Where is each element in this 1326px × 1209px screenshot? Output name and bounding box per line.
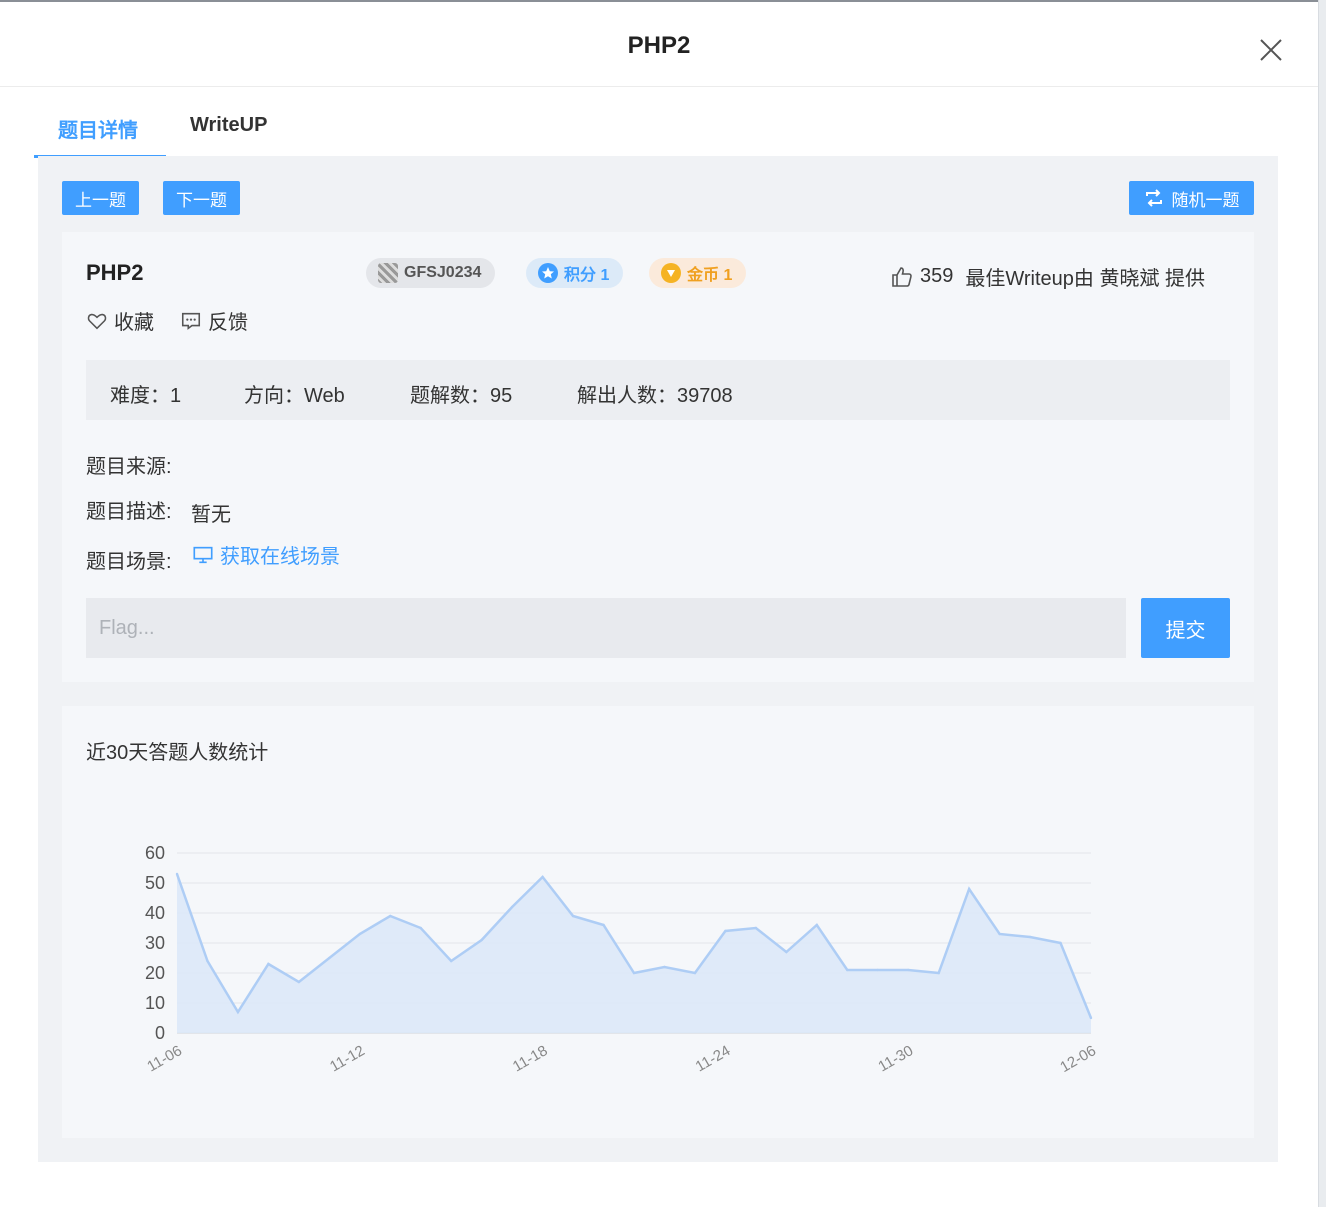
points-tag-label: 积分 1	[564, 267, 610, 284]
tab-bar: 题目详情 WriteUP	[34, 102, 1278, 160]
data-point	[967, 887, 971, 891]
series-area	[177, 874, 1091, 1033]
data-point	[358, 932, 361, 936]
dialog-title: PHP2	[627, 32, 691, 59]
feedback-button[interactable]: 反馈	[180, 306, 248, 335]
favorite-label: 收藏	[114, 312, 154, 334]
scene-label: 题目场景:	[86, 551, 172, 573]
data-point	[998, 932, 1001, 936]
data-point	[236, 1010, 240, 1014]
x-tick-label: 11-12	[327, 1042, 368, 1075]
close-icon[interactable]	[1258, 37, 1284, 63]
data-point	[815, 923, 818, 927]
best-writeup-credit: 最佳Writeup由 黄晓斌 提供	[965, 268, 1206, 290]
avatar	[378, 263, 398, 283]
coins-tag: 金币 1	[649, 258, 747, 288]
submit-button[interactable]: 提交	[1141, 598, 1230, 658]
question-dialog: PHP2 题目详情 WriteUP 上一题 下一题 随机一题 PHP2 GFSJ…	[0, 0, 1318, 1209]
x-tick-label: 11-06	[144, 1042, 185, 1075]
flag-input[interactable]	[86, 598, 1126, 658]
question-title: PHP2	[86, 260, 144, 285]
answer-count-chart: 0 10 20 30 40 50 60 11-06 11-12 11-18 11-24 11-30 12…	[144, 843, 1099, 1076]
data-point	[541, 875, 544, 879]
shuffle-icon	[1145, 189, 1162, 207]
data-point	[510, 905, 514, 909]
description-label: 题目描述:	[86, 501, 172, 523]
y-tick-label: 0	[155, 1023, 165, 1043]
x-tick-label: 11-24	[693, 1042, 734, 1075]
star-badge-icon	[538, 263, 558, 283]
random-question-label: 随机一题	[1171, 190, 1240, 210]
thumbs-up-icon[interactable]	[890, 265, 914, 289]
data-point	[328, 956, 331, 960]
data-point	[206, 959, 209, 963]
prev-question-button[interactable]: 上一题	[62, 181, 139, 215]
data-point	[419, 926, 422, 930]
data-point	[1028, 935, 1032, 939]
y-tick-label: 60	[145, 843, 165, 863]
monitor-icon	[193, 546, 213, 563]
stat-difficulty: 难度：1	[110, 385, 182, 407]
id-tag: GFSJ0234	[366, 258, 496, 288]
chart-card: 近30天答题人数统计 0 10 20 30 40 50 60 11-06 11-12 11-18 1…	[62, 706, 1254, 1138]
data-point	[389, 914, 392, 918]
y-tick-label: 30	[145, 933, 165, 953]
heart-icon	[87, 313, 107, 329]
x-tick-label: 12-06	[1057, 1042, 1099, 1076]
x-tick-label: 11-18	[510, 1042, 551, 1075]
data-point	[450, 959, 453, 963]
data-point	[175, 872, 179, 876]
y-tick-label: 10	[145, 993, 165, 1013]
get-online-scene-link[interactable]: 获取在线场景	[192, 540, 340, 569]
y-tick-label: 20	[145, 963, 165, 983]
stats-bar: 难度：1 方向：Web 题解数：95 解出人数：39708	[86, 360, 1230, 420]
tab-question-details[interactable]: 题目详情	[58, 114, 138, 143]
stat-solvers: 解出人数：39708	[577, 385, 733, 407]
get-online-scene-label: 获取在线场景	[220, 546, 340, 568]
data-point	[480, 938, 483, 942]
id-tag-label: GFSJ0234	[404, 264, 482, 281]
y-tick-label: 40	[145, 903, 165, 923]
points-tag: 积分 1	[526, 258, 624, 288]
dialog-header: PHP2	[0, 2, 1318, 87]
data-point	[297, 980, 301, 984]
question-card: PHP2 GFSJ0234 积分 1 金币 1 359 最佳Writeup由 黄…	[62, 232, 1254, 682]
source-label: 题目来源:	[86, 456, 172, 478]
question-actions: 收藏 反馈	[86, 306, 248, 335]
content-panel: 上一题 下一题 随机一题 PHP2 GFSJ0234 积分 1 金币 1 359…	[38, 156, 1278, 1162]
y-tick-label: 50	[145, 873, 165, 893]
description-value: 暂无	[191, 504, 231, 526]
feedback-label: 反馈	[208, 312, 248, 334]
data-point	[876, 968, 879, 972]
data-point	[1089, 1016, 1093, 1020]
likes-row: 359 最佳Writeup由 黄晓斌 提供	[890, 262, 1205, 291]
data-point	[724, 929, 727, 933]
data-point	[937, 971, 940, 975]
x-tick-label: 11-30	[875, 1042, 916, 1075]
random-question-button[interactable]: 随机一题	[1129, 181, 1254, 215]
data-point	[907, 968, 910, 972]
comment-icon	[181, 312, 201, 330]
stat-solutions: 题解数：95	[410, 385, 513, 407]
data-point	[571, 914, 575, 918]
data-point	[632, 971, 636, 975]
data-point	[754, 926, 758, 930]
data-point	[602, 923, 605, 927]
stat-direction: 方向：Web	[244, 385, 345, 407]
coins-tag-label: 金币 1	[687, 267, 733, 284]
data-point	[663, 965, 666, 969]
next-question-button[interactable]: 下一题	[163, 181, 240, 215]
tab-writeup[interactable]: WriteUP	[190, 114, 267, 137]
data-point	[785, 950, 788, 954]
data-point	[693, 971, 697, 975]
data-point	[1059, 941, 1062, 945]
background-page-edge	[1318, 0, 1326, 1207]
data-point	[267, 962, 270, 966]
likes-count: 359	[920, 265, 954, 287]
data-point	[846, 968, 849, 972]
coin-icon	[661, 263, 681, 283]
favorite-button[interactable]: 收藏	[86, 306, 154, 335]
